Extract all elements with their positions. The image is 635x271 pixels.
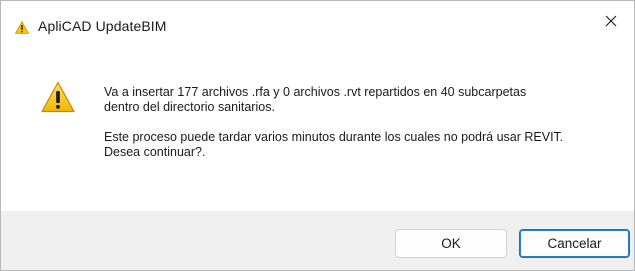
message-line: dentro del directorio sanitarios. xyxy=(104,100,275,114)
dialog-content: Va a insertar 177 archivos .rfa y 0 arch… xyxy=(1,51,634,212)
cancel-button[interactable]: Cancelar xyxy=(519,229,630,258)
warning-icon xyxy=(15,21,29,34)
message-line: Va a insertar 177 archivos .rfa y 0 arch… xyxy=(104,85,527,99)
close-button[interactable] xyxy=(588,1,634,41)
button-bar: OK Cancelar xyxy=(1,211,634,270)
message-line: Desea continuar?. xyxy=(104,145,206,159)
title-bar[interactable]: ApliCAD UpdateBIM xyxy=(1,1,634,51)
message-dialog: ApliCAD UpdateBIM Va a insertar 177 arch… xyxy=(0,0,635,271)
ok-button[interactable]: OK xyxy=(395,229,507,258)
message-line: Este proceso puede tardar varios minutos… xyxy=(104,130,564,144)
dialog-message: Va a insertar 177 archivos .rfa y 0 arch… xyxy=(104,85,629,160)
close-icon xyxy=(605,15,617,27)
warning-icon xyxy=(41,81,75,113)
window-title: ApliCAD UpdateBIM xyxy=(38,18,167,34)
